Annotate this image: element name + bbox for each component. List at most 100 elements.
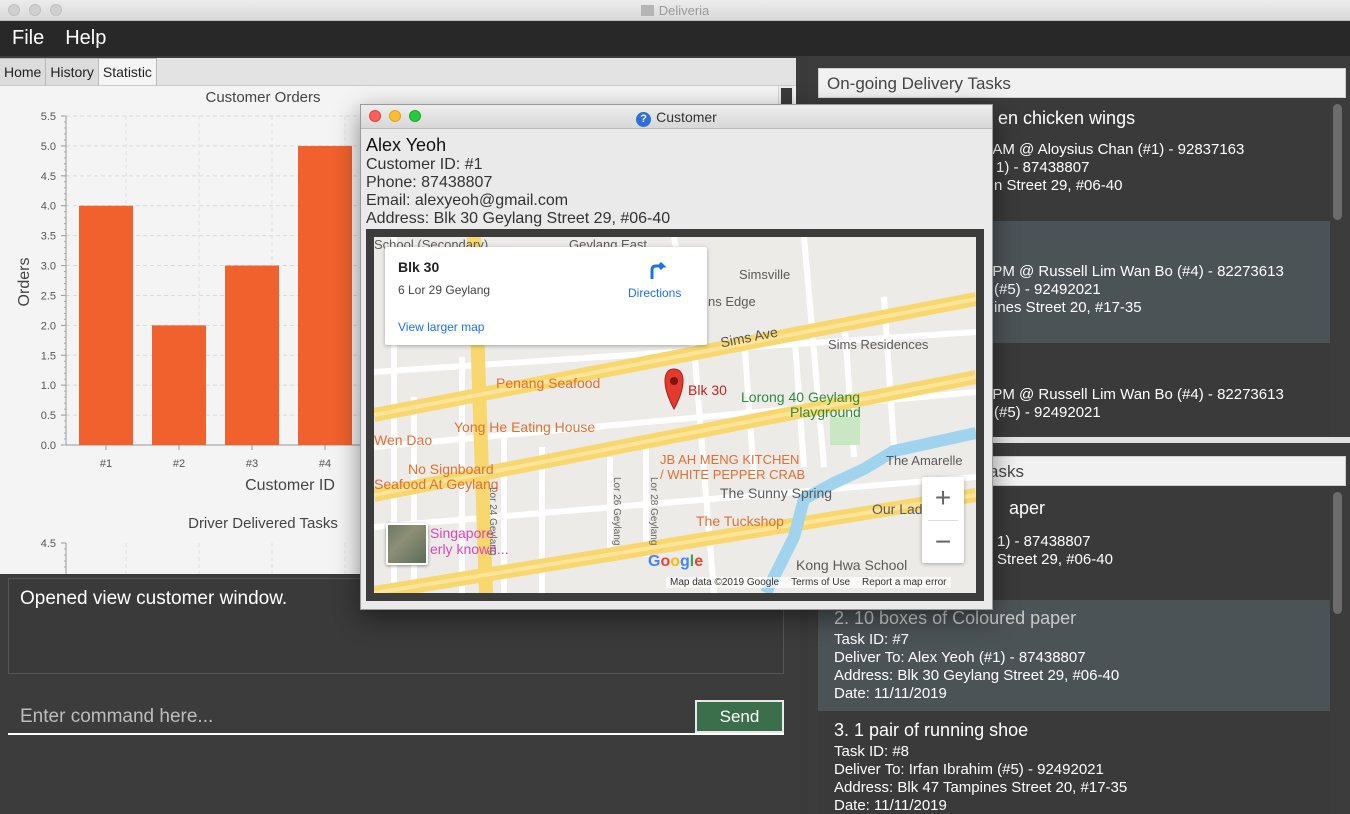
x-axis-label: Customer ID: [245, 477, 335, 494]
result-text: Opened view customer window.: [20, 588, 288, 609]
task-address: Address: Blk 30 Geylang Street 29, #06-4…: [834, 667, 1120, 684]
command-input[interactable]: [20, 703, 680, 731]
map-marker-label: Blk 30: [688, 382, 727, 398]
map-label: The Sunny Spring: [720, 485, 833, 501]
directions-icon[interactable]: [648, 259, 670, 281]
map-data-attribution: Map data ©2019 Google: [670, 577, 780, 588]
map-road-label: Lor 28 Geylang: [648, 477, 659, 546]
chart-title: Driver Delivered Tasks: [188, 515, 338, 532]
map-label: / WHITE PEPPER CRAB: [660, 467, 806, 482]
task-deliver-to: Deliver To: Irfan Ibrahim (#5) - 9249202…: [834, 761, 1104, 778]
terms-of-use-link[interactable]: Terms of Use: [791, 577, 850, 588]
task-address: Address: Blk 47 Tampines Street 20, #17-…: [834, 779, 1128, 796]
y-tick-label: 3.0: [41, 261, 56, 273]
dialog-title: ? Customer: [361, 109, 992, 127]
window-titlebar: Deliveria: [0, 0, 1350, 21]
map-label: Our Lad: [872, 501, 923, 517]
google-map[interactable]: School (Secondary) Geylang East Simsvill…: [374, 237, 976, 593]
map-label: Sims Residences: [828, 337, 929, 352]
y-tick-label: 1.5: [41, 350, 56, 362]
y-tick-label: 3.5: [41, 231, 56, 243]
task-deliver-to: Deliver To: Alex Yeoh (#1) - 87438807: [834, 649, 1086, 666]
task-date: Date: 11/11/2019: [834, 797, 947, 814]
zoom-out-button[interactable]: −: [922, 521, 964, 564]
x-tick-label: #4: [319, 458, 331, 470]
map-label: Penang Seafood: [496, 375, 601, 391]
y-tick-label: 0.0: [41, 440, 56, 452]
y-tick-label: 4.0: [41, 201, 56, 213]
y-tick-label: 2.5: [41, 290, 56, 302]
dialog-titlebar: ? Customer: [361, 105, 992, 129]
view-larger-map-link[interactable]: View larger map: [398, 320, 484, 334]
task-title: 3. 1 pair of running shoe: [834, 720, 1029, 740]
map-label: ns Edge: [708, 294, 756, 309]
map-label: Lorong 40 Geylang: [741, 389, 861, 405]
tab-history[interactable]: History: [45, 58, 99, 85]
y-tick-label: 2.0: [41, 320, 56, 332]
map-label: Seafood At Geylang: [374, 476, 499, 492]
bar-3: [225, 265, 279, 445]
chart-title: Customer Orders: [205, 89, 320, 106]
map-label: JB AH MENG KITCHEN: [660, 452, 800, 467]
report-map-error-link[interactable]: Report a map error: [862, 577, 946, 588]
task-title: 2. 10 boxes of Coloured paper: [834, 608, 1077, 628]
question-icon: ?: [636, 112, 652, 127]
tab-bar: Home History Statistic: [0, 58, 796, 86]
map-place-name: Blk 30: [398, 259, 440, 275]
y-tick-label: 0.5: [41, 410, 56, 422]
task-id: Task ID: #8: [834, 743, 910, 760]
map-label: Yong He Eating House: [454, 419, 596, 435]
google-logo: Google: [648, 553, 704, 570]
customer-name: Alex Yeoh: [366, 135, 447, 155]
bar-1: [79, 205, 133, 445]
window-title-text: Deliveria: [658, 3, 710, 18]
map-road-label: Lor 26 Geylang: [611, 477, 622, 546]
map-frame: School (Secondary) Geylang East Simsvill…: [366, 229, 984, 601]
ongoing-scrollbar[interactable]: [1333, 104, 1342, 220]
task-id: Task ID: #7: [834, 631, 910, 648]
tab-home[interactable]: Home: [0, 58, 47, 85]
customer-email: Email: alexyeoh@gmail.com: [366, 192, 569, 209]
menu-bar: File Help: [0, 21, 1350, 56]
customer-id: Customer ID: #1: [366, 156, 483, 173]
y-axis-label: Orders: [16, 258, 33, 307]
directions-link[interactable]: Directions: [628, 286, 681, 300]
map-label: The Amarelle: [886, 453, 963, 468]
customer-address: Address: Blk 30 Geylang Street 29, #06-4…: [366, 210, 671, 227]
y-tick-label: 5.5: [41, 111, 56, 123]
task-date: Date: 11/11/2019: [834, 685, 947, 702]
map-label: The Tuckshop: [696, 513, 784, 529]
menu-file[interactable]: File: [12, 27, 44, 50]
map-footer: Map data ©2019 Google Terms of Use Repor…: [666, 577, 951, 588]
map-place-address: 6 Lor 29 Geylang: [398, 283, 491, 297]
menu-help[interactable]: Help: [65, 27, 106, 50]
map-label: Playground: [790, 404, 861, 420]
unassigned-task-card[interactable]: 2. 10 boxes of Coloured paper Task ID: #…: [818, 600, 1330, 711]
tab-statistic[interactable]: Statistic: [97, 58, 157, 85]
y-tick-label: 5.0: [41, 141, 56, 153]
map-info-card: Blk 30 6 Lor 29 Geylang View larger map …: [385, 247, 707, 345]
map-zoom-control: + −: [922, 477, 964, 563]
unassigned-task-card[interactable]: 3. 1 pair of running shoe Task ID: #8 De…: [818, 712, 1330, 814]
window-title: Deliveria: [0, 3, 1350, 18]
dialog-title-text: Customer: [656, 109, 717, 125]
x-tick-label: #3: [246, 458, 258, 470]
y-tick-label: 4.5: [41, 171, 56, 183]
customer-phone: Phone: 87438807: [366, 174, 493, 191]
map-label: No Signboard: [408, 461, 494, 477]
map-road-label: Lor 24 Geylang: [487, 487, 498, 556]
map-label: Wen Dao: [374, 432, 433, 448]
command-input-underline: [8, 733, 784, 735]
y-tick-label: 4.5: [41, 538, 56, 550]
y-tick-label: 1.0: [41, 380, 56, 392]
unassigned-scrollbar[interactable]: [1333, 492, 1342, 614]
map-label: Singapore: [430, 525, 494, 541]
zoom-in-button[interactable]: +: [922, 477, 964, 520]
x-tick-label: #1: [100, 458, 112, 470]
x-tick-label: #2: [173, 458, 185, 470]
satellite-view-toggle[interactable]: [386, 523, 428, 565]
app-icon: [640, 5, 654, 16]
customer-dialog: ? Customer Alex Yeoh Customer ID: #1 Phon…: [360, 104, 993, 610]
bar-2: [152, 325, 206, 445]
send-button[interactable]: Send: [695, 700, 784, 733]
